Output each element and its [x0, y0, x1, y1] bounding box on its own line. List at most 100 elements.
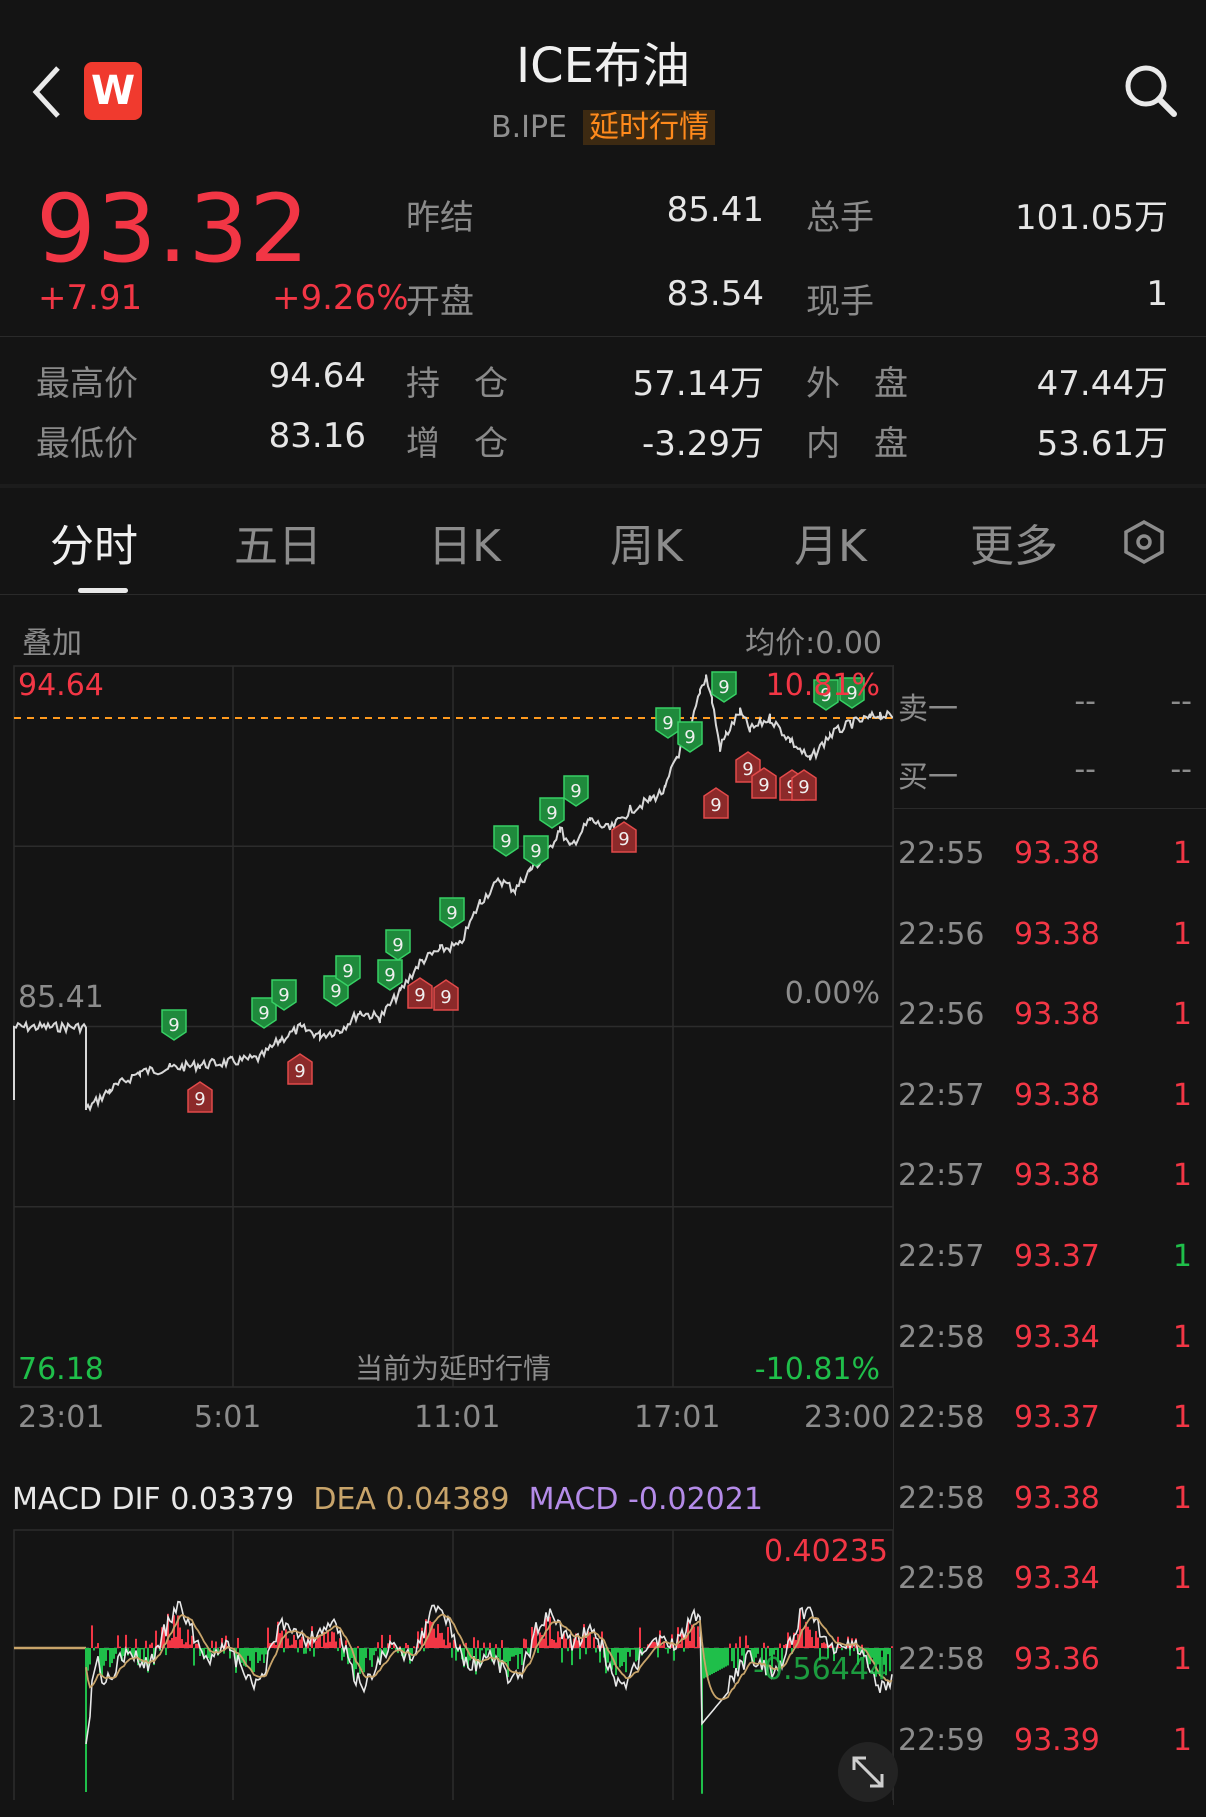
search-button[interactable] — [1120, 60, 1180, 120]
tab-weekly-k[interactable]: 周K — [610, 510, 683, 574]
svg-text:9: 9 — [168, 1015, 179, 1036]
tab-monthly-k[interactable]: 月K — [794, 510, 867, 574]
expand-icon — [852, 1756, 884, 1788]
tick-volume: 1 — [1172, 1239, 1192, 1274]
tick-price: 93.37 — [1014, 1400, 1100, 1436]
svg-text:9: 9 — [500, 831, 511, 852]
open-label: 开盘 — [406, 282, 474, 322]
tick-volume: 1 — [1172, 1722, 1192, 1758]
y-axis-low: 76.18 — [18, 1352, 104, 1387]
sell-signal-marker: 9 — [407, 977, 433, 1009]
page-title: ICE布油 — [515, 38, 690, 94]
macd-dif: MACD DIF 0.03379 — [12, 1482, 295, 1517]
search-icon — [1125, 65, 1177, 117]
tick-price: 93.38 — [1014, 1480, 1100, 1516]
pct-axis-mid: 0.00% — [784, 976, 880, 1011]
tick-price: 93.39 — [1014, 1722, 1100, 1758]
tick-time: 22:57 — [898, 1239, 985, 1274]
tab-five-day[interactable]: 五日 — [234, 510, 322, 574]
tick-time: 22:58 — [898, 1400, 985, 1436]
sell-signal-marker: 9 — [187, 1081, 213, 1113]
tick-volume: 1 — [1172, 1400, 1192, 1436]
current-volume-label: 现手 — [806, 282, 874, 322]
oi-change-label: 增 仓 — [406, 424, 508, 464]
x-axis-label: 5:01 — [194, 1400, 262, 1435]
bid-label: 买一 — [898, 760, 958, 795]
settings-icon — [1124, 519, 1164, 565]
last-price: 93.32 — [36, 175, 311, 284]
svg-text:9: 9 — [294, 1061, 305, 1082]
tick-volume: 1 — [1172, 1319, 1192, 1355]
delay-note: 当前为延时行情 — [354, 1352, 551, 1385]
tick-price: 93.38 — [1014, 1158, 1100, 1194]
tick-price: 93.38 — [1014, 836, 1100, 871]
svg-text:9: 9 — [662, 713, 673, 734]
tick-time: 22:56 — [898, 916, 985, 952]
tick-price: 93.34 — [1014, 1319, 1100, 1355]
open-interest-label: 持 仓 — [406, 364, 508, 404]
x-axis-label: 11:01 — [414, 1400, 501, 1435]
divider — [0, 594, 1206, 595]
macd-dea: DEA 0.04389 — [313, 1482, 510, 1517]
x-axis-label: 17:01 — [634, 1400, 721, 1435]
tick-price: 93.38 — [1014, 916, 1100, 952]
tick-price: 93.36 — [1014, 1642, 1100, 1677]
buy-signal-marker: 9 — [385, 929, 411, 961]
tick-time: 22:58 — [898, 1642, 985, 1677]
price-change: +7.91 — [38, 278, 143, 318]
svg-text:9: 9 — [414, 985, 425, 1006]
tick-time: 22:56 — [898, 997, 985, 1033]
tick-volume: 1 — [1172, 836, 1192, 871]
delay-tag: 延时行情 — [583, 110, 715, 145]
tick-price: 93.38 — [1014, 997, 1100, 1033]
buy-signal-marker: 9 — [439, 897, 465, 929]
buy-signal-marker: 9 — [539, 797, 565, 829]
ask-label: 卖一 — [898, 692, 958, 727]
tick-time: 22:57 — [898, 1077, 985, 1113]
settings-button[interactable] — [1120, 518, 1168, 566]
instrument-code: B.IPE — [490, 110, 567, 145]
expand-button[interactable] — [838, 1742, 898, 1802]
y-axis-mid: 85.41 — [18, 980, 104, 1015]
macd-legend: MACD DIF 0.03379 DEA 0.04389 MACD -0.020… — [12, 1482, 763, 1517]
total-volume-value: 101.05万 — [1015, 198, 1168, 238]
tab-intraday[interactable]: 分时 — [50, 510, 138, 574]
low-value: 83.16 — [268, 416, 366, 456]
divider — [0, 484, 1206, 488]
tick-volume: 1 — [1172, 997, 1192, 1033]
svg-text:9: 9 — [440, 987, 451, 1008]
total-volume-label: 总手 — [806, 198, 874, 238]
svg-text:9: 9 — [278, 985, 289, 1006]
sell-signal-marker: 9 — [703, 787, 729, 819]
buy-signal-marker: 9 — [677, 721, 703, 753]
prev-settle-label: 昨结 — [406, 198, 474, 238]
tab-more[interactable]: 更多 — [970, 510, 1058, 574]
price-change-pct: +9.26% — [272, 278, 409, 318]
tick-time: 22:58 — [898, 1561, 985, 1597]
tab-daily-k[interactable]: 日K — [428, 510, 501, 574]
macd-max: 0.40235 — [763, 1534, 888, 1569]
tick-volume: 1 — [1172, 1480, 1192, 1516]
ask-volume: -- — [1170, 684, 1192, 719]
overlay-button[interactable]: 叠加 — [22, 618, 82, 662]
svg-text:9: 9 — [798, 777, 809, 798]
pct-axis-low: -10.81% — [754, 1352, 880, 1387]
divider — [0, 336, 1206, 337]
divider — [893, 808, 1206, 809]
tick-volume: 1 — [1172, 1561, 1192, 1597]
x-axis-label: 23:00 — [804, 1400, 891, 1435]
ask-price: -- — [1074, 684, 1096, 719]
svg-text:9: 9 — [684, 727, 695, 748]
tick-time: 22:55 — [898, 836, 985, 871]
sell-signal-marker: 9 — [287, 1053, 313, 1085]
high-value: 94.64 — [268, 356, 366, 396]
outer-volume-value: 47.44万 — [1036, 364, 1168, 404]
sell-signal-marker: 9 — [611, 821, 637, 853]
tick-volume: 1 — [1172, 1158, 1192, 1194]
inner-volume-label: 内 盘 — [806, 424, 908, 464]
high-label: 最高价 — [36, 364, 138, 404]
svg-text:9: 9 — [392, 935, 403, 956]
tick-time: 22:58 — [898, 1319, 985, 1355]
macd-value: MACD -0.02021 — [528, 1482, 763, 1517]
bid-volume: -- — [1170, 752, 1192, 787]
